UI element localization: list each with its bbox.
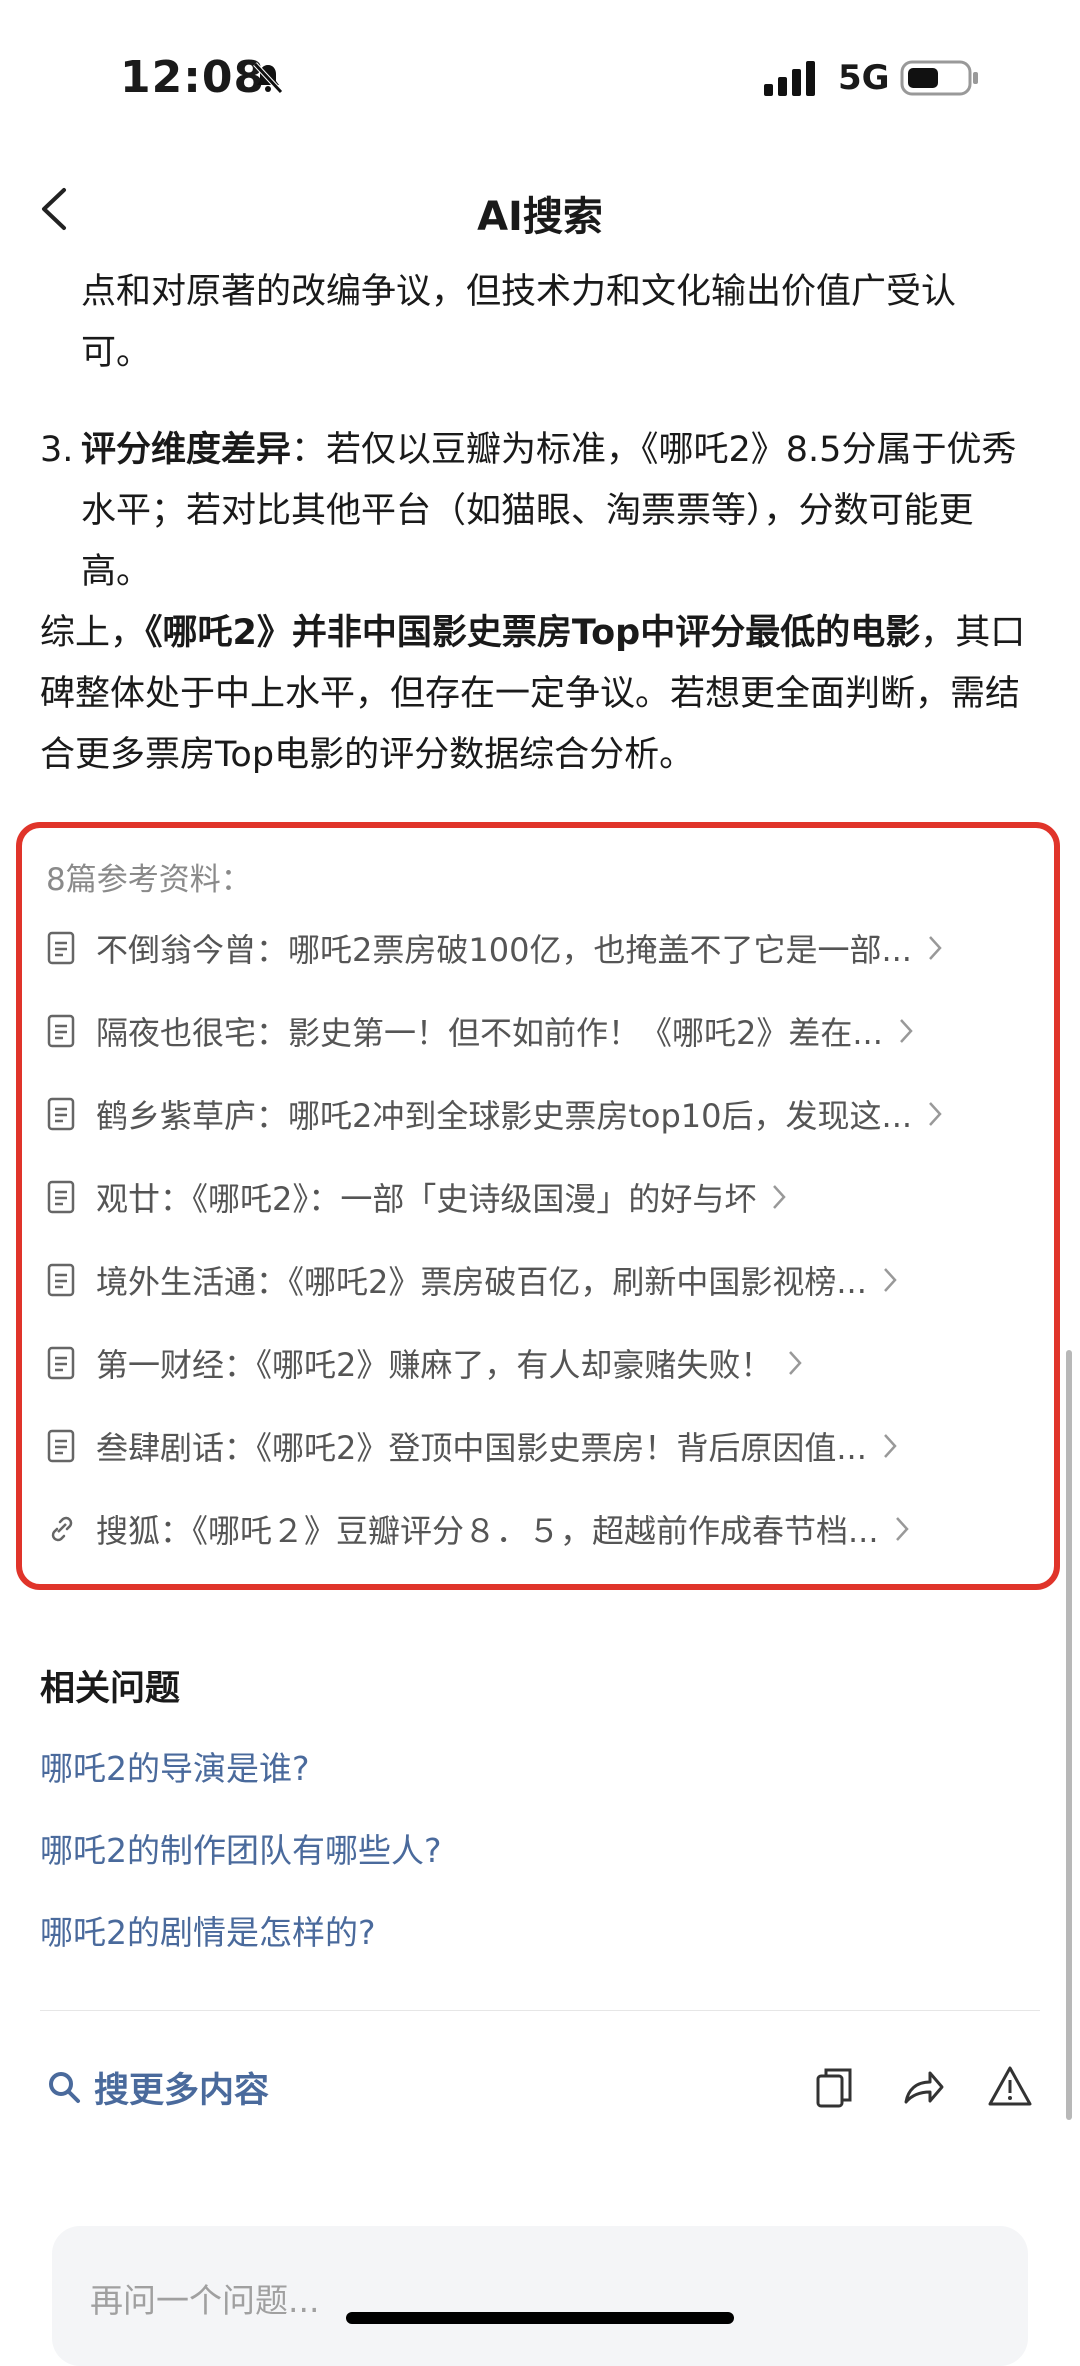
status-time: 12:08 — [120, 52, 266, 103]
document-icon — [47, 1180, 75, 1214]
status-bar: 12:08 5G — [0, 0, 1080, 150]
reference-item[interactable]: 观廿：《哪吒2》：一部「史诗级国漫」的好与坏 — [46, 1167, 1046, 1227]
document-icon — [47, 1429, 75, 1463]
reference-item[interactable]: 第一财经：《哪吒2》赚麻了，有人却豪赌失败！ — [46, 1333, 1046, 1393]
related-question-link[interactable]: 哪吒2的导演是谁? — [40, 1742, 310, 1790]
reference-label: 隔夜也很宅：影史第一！但不如前作！《哪吒2》差在... — [96, 1014, 883, 1052]
ask-input-placeholder: 再问一个问题... — [90, 2281, 320, 2320]
signal-icon — [764, 61, 815, 96]
related-questions-title: 相关问题 — [40, 1669, 181, 1709]
reference-item[interactable]: 鹤乡紫草庐：哪吒2冲到全球影史票房top10后，发现这... — [46, 1084, 1046, 1144]
document-icon — [47, 1263, 75, 1297]
answer-line: 点和对原著的改编争议，但技术力和文化输出价值广受认 — [81, 272, 957, 312]
reference-label: 搜狐：《哪吒２》豆瓣评分８．５，超越前作成春节档... — [96, 1512, 879, 1550]
reference-item[interactable]: 不倒翁今曾：哪吒2票房破100亿，也掩盖不了它是一部... — [46, 918, 1046, 978]
answer-line: 可。 — [81, 333, 152, 373]
network-type: 5G — [838, 58, 890, 98]
chevron-right-icon — [895, 1517, 909, 1541]
chevron-right-icon — [883, 1434, 897, 1458]
summary-paragraph: 综上，《哪吒2》并非中国影史票房Top中评分最低的电影，其口碑整体处于中上水平，… — [40, 603, 1040, 786]
references-panel: 8篇参考资料： 不倒翁今曾：哪吒2票房破100亿，也掩盖不了它是一部... 隔夜… — [16, 822, 1060, 1590]
chevron-right-icon — [899, 1019, 913, 1043]
chevron-right-icon — [929, 936, 942, 960]
battery-icon — [900, 60, 978, 96]
bell-muted-icon — [253, 62, 283, 94]
scrollbar[interactable] — [1066, 1350, 1072, 2120]
ask-input-box[interactable]: 再问一个问题... — [52, 2226, 1028, 2366]
reference-label: 观廿：《哪吒2》：一部「史诗级国漫」的好与坏 — [96, 1180, 757, 1218]
document-icon — [47, 931, 75, 965]
document-icon — [47, 1014, 75, 1048]
search-icon — [49, 2072, 80, 2103]
warning-icon[interactable] — [986, 2062, 1034, 2112]
reference-item[interactable]: 隔夜也很宅：影史第一！但不如前作！《哪吒2》差在... — [46, 1001, 1046, 1061]
link-icon — [51, 1516, 73, 1542]
divider — [40, 2010, 1040, 2011]
search-more-button[interactable]: 搜更多内容 — [46, 2062, 269, 2112]
references-title: 8篇参考资料： — [46, 862, 252, 898]
reference-item[interactable]: 搜狐：《哪吒２》豆瓣评分８．５，超越前作成春节档... — [46, 1499, 1046, 1559]
chevron-right-icon — [883, 1268, 897, 1292]
summary-highlight: 《哪吒2》并非中国影史票房Top中评分最低的电影 — [145, 613, 921, 653]
reference-label: 境外生活通：《哪吒2》票房破百亿，刷新中国影视榜... — [96, 1263, 867, 1301]
page-title: AI搜索 — [477, 194, 603, 240]
reference-label: 第一财经：《哪吒2》赚麻了，有人却豪赌失败！ — [96, 1346, 773, 1384]
reference-label: 不倒翁今曾：哪吒2票房破100亿，也掩盖不了它是一部... — [96, 931, 912, 969]
chevron-right-icon — [929, 1102, 942, 1126]
reference-label: 叁肆剧话：《哪吒2》登顶中国影史票房！背后原因值... — [96, 1429, 867, 1467]
copy-icon[interactable] — [810, 2062, 858, 2112]
chevron-right-icon — [789, 1351, 803, 1375]
share-icon[interactable] — [898, 2062, 946, 2112]
list-item-3: 3. 评分维度差异：若仅以豆瓣为标准，《哪吒2》8.5分属于优秀水平；若对比其他… — [40, 420, 1040, 603]
reference-item[interactable]: 叁肆剧话：《哪吒2》登顶中国影史票房！背后原因值... — [46, 1416, 1046, 1476]
list-number: 3. — [40, 430, 74, 470]
document-icon — [47, 1097, 75, 1131]
list-item-text: 评分维度差异：若仅以豆瓣为标准，《哪吒2》8.5分属于优秀水平；若对比其他平台（… — [81, 420, 1040, 603]
home-indicator — [346, 2312, 734, 2324]
nav-header: AI搜索 — [0, 170, 1080, 250]
answer-content: 点和对原著的改编争议，但技术力和文化输出价值广受认 可。 3. 评分维度差异：若… — [40, 262, 1040, 786]
list-item-heading: 评分维度差异 — [81, 430, 292, 470]
chevron-right-icon — [773, 1185, 787, 1209]
related-question-link[interactable]: 哪吒2的剧情是怎样的? — [40, 1906, 376, 1954]
reference-item[interactable]: 境外生活通：《哪吒2》票房破百亿，刷新中国影视榜... — [46, 1250, 1046, 1310]
document-icon — [47, 1346, 75, 1380]
summary-prefix: 综上， — [40, 613, 146, 653]
search-more-label: 搜更多内容 — [94, 2070, 270, 2111]
related-question-link[interactable]: 哪吒2的制作团队有哪些人? — [40, 1824, 442, 1872]
reference-label: 鹤乡紫草庐：哪吒2冲到全球影史票房top10后，发现这... — [96, 1097, 913, 1135]
